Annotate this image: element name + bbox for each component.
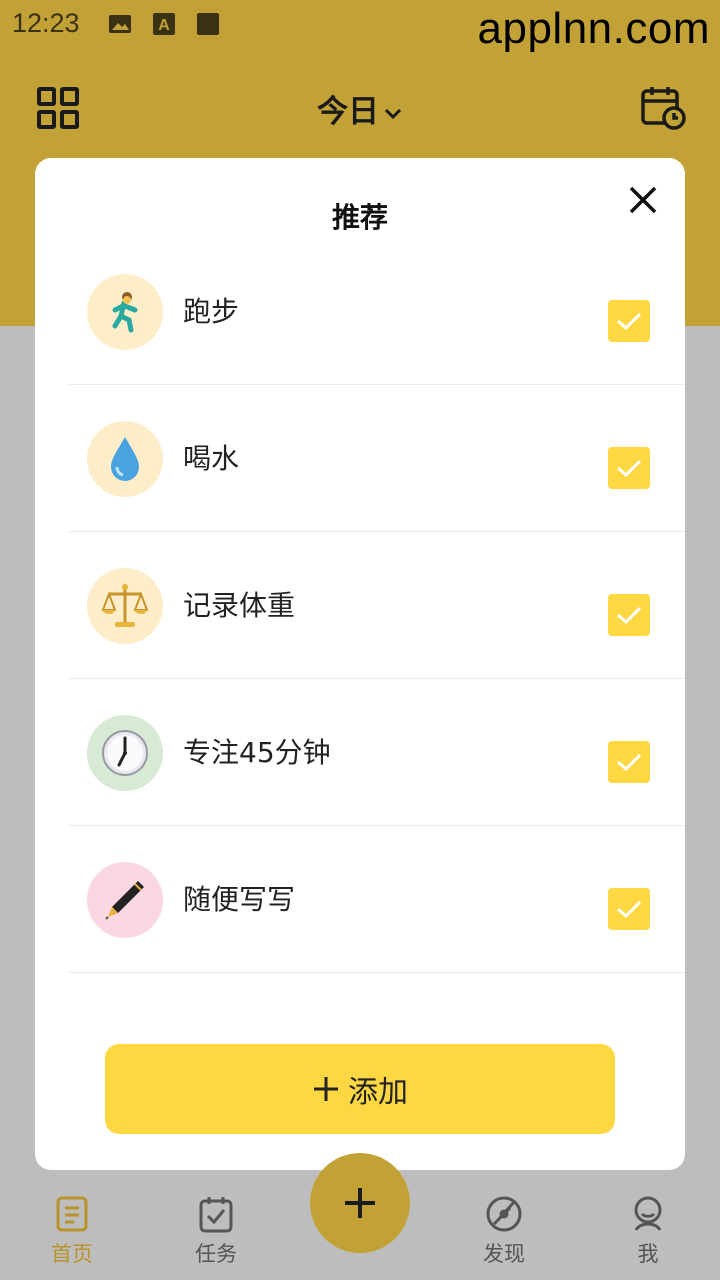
item-label: 跑步 — [183, 295, 240, 328]
chevron-down-icon — [384, 108, 402, 119]
list-item-running[interactable]: 跑步 — [35, 238, 685, 385]
recommend-modal: 推荐 跑步 喝水 记录体重 专注45分钟 随便写写 添加 — [35, 158, 685, 1170]
tab-discover[interactable]: 发现 — [454, 1194, 554, 1268]
top-nav: 今日 — [0, 70, 720, 140]
a-text-icon: A — [153, 13, 175, 35]
item-label: 随便写写 — [183, 883, 296, 916]
list-item-focus[interactable]: 专注45分钟 — [35, 679, 685, 826]
compass-icon — [486, 1196, 522, 1232]
notes-icon — [56, 1196, 88, 1232]
list-item-write[interactable]: 随便写写 — [35, 826, 685, 973]
runner-icon — [87, 274, 163, 350]
checkbox[interactable] — [608, 447, 650, 489]
checkbox[interactable] — [608, 741, 650, 783]
checkbox[interactable] — [608, 594, 650, 636]
watermark-text: applnn.com — [477, 4, 710, 53]
tab-me[interactable]: 我 — [598, 1194, 698, 1268]
pen-icon — [87, 862, 163, 938]
image-icon — [109, 15, 131, 33]
checkbox[interactable] — [608, 300, 650, 342]
status-bar: 12:23 A applnn.com — [0, 0, 720, 53]
divider — [69, 972, 685, 973]
profile-icon — [634, 1196, 662, 1231]
date-selector[interactable]: 今日 — [0, 86, 720, 131]
list-item-weight[interactable]: 记录体重 — [35, 532, 685, 679]
scale-icon — [87, 568, 163, 644]
date-label: 今日 — [317, 94, 379, 130]
check-icon — [617, 459, 642, 478]
plus-icon — [314, 1077, 338, 1101]
tab-label: 任务 — [195, 1242, 237, 1266]
calendar-clock-icon[interactable] — [640, 84, 686, 130]
square-icon — [197, 13, 219, 35]
check-icon — [617, 606, 642, 625]
modal-title: 推荐 — [331, 201, 388, 234]
plus-icon — [345, 1188, 375, 1218]
check-icon — [617, 900, 642, 919]
tab-tasks[interactable]: 任务 — [166, 1194, 266, 1268]
add-button[interactable]: 添加 — [105, 1044, 615, 1134]
task-check-icon — [199, 1197, 233, 1233]
tab-label: 首页 — [51, 1242, 93, 1266]
checkbox[interactable] — [608, 888, 650, 930]
fab-add-button[interactable] — [310, 1153, 410, 1253]
item-label: 记录体重 — [183, 589, 296, 622]
status-time: 12:23 — [12, 8, 80, 38]
tab-label: 我 — [637, 1242, 659, 1266]
close-icon[interactable] — [623, 180, 663, 220]
svg-text:A: A — [158, 17, 170, 34]
recommend-list: 跑步 喝水 记录体重 专注45分钟 随便写写 — [35, 238, 685, 973]
clock-icon — [87, 715, 163, 791]
check-icon — [617, 312, 642, 331]
item-label: 专注45分钟 — [183, 736, 331, 769]
tab-home[interactable]: 首页 — [22, 1194, 122, 1268]
check-icon — [617, 753, 642, 772]
list-item-water[interactable]: 喝水 — [35, 385, 685, 532]
item-label: 喝水 — [183, 442, 240, 475]
water-drop-icon — [87, 421, 163, 497]
add-button-label: 添加 — [348, 1075, 408, 1110]
tab-label: 发现 — [483, 1242, 525, 1266]
